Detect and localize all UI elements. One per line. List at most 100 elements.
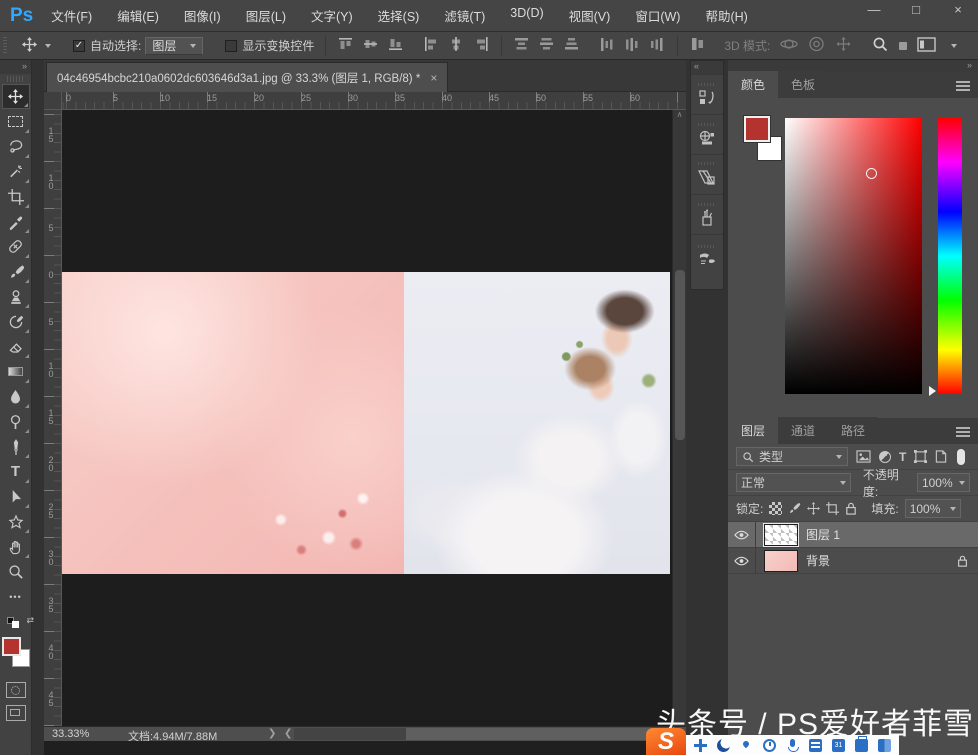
comma-icon[interactable] <box>740 739 753 752</box>
toolbox-icon[interactable] <box>855 739 868 752</box>
tab-layers[interactable]: 图层 <box>728 417 778 444</box>
menu-item[interactable]: 文件(F) <box>51 6 92 25</box>
eraser-tool[interactable] <box>2 334 30 359</box>
history-brush-tool[interactable] <box>2 309 30 334</box>
tab-paths[interactable]: 路径 <box>828 417 878 444</box>
ruler-origin-corner[interactable] <box>44 92 62 110</box>
filter-shape-layers-icon[interactable] <box>914 450 927 463</box>
blend-mode-dropdown[interactable]: 正常 <box>736 473 851 492</box>
3d-pan-icon[interactable] <box>835 36 852 55</box>
close-button[interactable]: × <box>944 2 972 17</box>
color-picker-marker[interactable] <box>866 168 877 179</box>
opacity-dropdown[interactable]: 100% <box>917 473 970 492</box>
menu-item[interactable]: 文字(Y) <box>311 6 353 25</box>
custom-shape-tool[interactable] <box>2 509 30 534</box>
foreground-color-swatch[interactable] <box>2 637 21 656</box>
spot-healing-brush-tool[interactable] <box>2 234 30 259</box>
screen-mode-button[interactable] <box>6 705 26 721</box>
workspace-switcher-icon[interactable] <box>917 37 936 55</box>
align-horizontal-centers-button[interactable] <box>449 37 464 54</box>
filter-smart-objects-icon[interactable] <box>935 450 947 463</box>
quick-selection-tool[interactable] <box>2 159 30 184</box>
clone-source-panel-button[interactable] <box>691 234 723 274</box>
lasso-tool[interactable] <box>2 134 30 159</box>
filter-adjustment-layers-icon[interactable] <box>879 451 891 463</box>
filter-toggle-switch[interactable] <box>957 449 965 465</box>
layer-visibility-toggle[interactable] <box>728 548 756 574</box>
auto-select-dropdown[interactable]: 图层 <box>145 37 203 55</box>
strip-expand-button[interactable]: « <box>691 61 723 74</box>
distribute-left-edges-button[interactable] <box>600 37 615 54</box>
search-icon[interactable] <box>872 36 889 55</box>
3d-orbit-icon[interactable] <box>780 36 798 55</box>
saturation-brightness-field[interactable] <box>785 118 922 394</box>
menu-item[interactable]: 3D(D) <box>510 6 543 25</box>
clone-stamp-tool[interactable] <box>2 284 30 309</box>
path-selection-tool[interactable] <box>2 484 30 509</box>
eyedropper-tool[interactable] <box>2 209 30 234</box>
distribute-right-edges-button[interactable] <box>650 37 665 54</box>
tool-preset-chevron-icon[interactable] <box>45 44 51 48</box>
lock-position-icon[interactable] <box>807 502 820 515</box>
align-bottom-edges-button[interactable] <box>388 37 403 54</box>
move-tool[interactable] <box>2 84 30 109</box>
zoom-level[interactable]: 33.33% <box>52 728 89 740</box>
layer-thumbnail[interactable] <box>764 550 798 572</box>
align-vertical-centers-button[interactable] <box>363 37 378 54</box>
filter-pixel-layers-icon[interactable] <box>856 450 871 463</box>
info-panel-button[interactable] <box>691 154 723 194</box>
toolbar-collapse-button[interactable]: » <box>0 60 31 74</box>
3d-roll-icon[interactable] <box>808 36 825 55</box>
lock-transparent-pixels-icon[interactable] <box>769 502 782 515</box>
document-tab[interactable]: 04c46954bcbc210a0602dc603646d3a1.jpg @ 3… <box>46 62 448 92</box>
tab-color[interactable]: 颜色 <box>728 71 778 98</box>
menu-item[interactable]: 帮助(H) <box>705 6 747 25</box>
hue-slider[interactable] <box>938 118 962 394</box>
show-transform-checkbox[interactable] <box>225 40 237 52</box>
swap-colors-icon[interactable]: ⇄ <box>27 615 35 626</box>
tab-swatches[interactable]: 色板 <box>778 71 828 98</box>
maximize-button[interactable]: □ <box>902 2 930 17</box>
scroll-left-icon[interactable]: ❮ <box>284 728 292 739</box>
horizontal-scrollbar[interactable] <box>294 728 682 740</box>
quick-mask-button[interactable] <box>6 682 26 698</box>
menu-item[interactable]: 滤镜(T) <box>444 6 485 25</box>
properties-panel-button[interactable] <box>691 114 723 154</box>
distribute-top-edges-button[interactable] <box>514 37 529 54</box>
layer-thumbnail[interactable] <box>764 524 798 546</box>
vertical-ruler[interactable]: 15105051015202530354045 <box>44 110 62 726</box>
distribute-bottom-edges-button[interactable] <box>564 37 579 54</box>
document-image[interactable] <box>62 272 670 574</box>
sogou-logo[interactable]: S <box>646 728 686 755</box>
layer-name[interactable]: 背景 <box>806 552 830 569</box>
lock-image-pixels-icon[interactable] <box>788 502 801 515</box>
align-top-edges-button[interactable] <box>338 37 353 54</box>
menu-item[interactable]: 视图(V) <box>569 6 611 25</box>
vertical-scrollbar-thumb[interactable] <box>675 270 685 440</box>
hue-slider-pointer[interactable] <box>929 386 936 396</box>
minimize-button[interactable]: — <box>860 2 888 17</box>
brush-tool[interactable] <box>2 259 30 284</box>
status-expand-icon[interactable]: ❯ <box>268 728 276 739</box>
panel-menu-icon[interactable] <box>956 81 970 83</box>
menu-item[interactable]: 选择(S) <box>378 6 420 25</box>
menu-item[interactable]: 窗口(W) <box>635 6 680 25</box>
foreground-color-swatch[interactable] <box>744 116 770 142</box>
pen-tool[interactable] <box>2 434 30 459</box>
gradient-tool[interactable] <box>2 359 30 384</box>
crop-tool[interactable] <box>2 184 30 209</box>
lock-all-icon[interactable] <box>845 502 857 515</box>
default-colors-icon[interactable]: ⇄ <box>7 617 25 629</box>
auto-select-checkbox[interactable]: ✓ <box>73 40 85 52</box>
brush-settings-panel-button[interactable] <box>691 194 723 234</box>
moon-icon[interactable] <box>717 739 730 752</box>
lock-artboard-icon[interactable] <box>826 502 839 515</box>
type-tool[interactable]: T <box>2 459 30 484</box>
edit-toolbar-button[interactable]: ••• <box>2 584 30 609</box>
rectangular-marquee-tool[interactable] <box>2 109 30 134</box>
distribute-vertical-centers-button[interactable] <box>539 37 554 54</box>
grid-icon[interactable] <box>878 739 891 752</box>
scroll-up-icon[interactable]: ∧ <box>673 110 686 119</box>
workspace-chevron-icon[interactable] <box>951 44 957 48</box>
toolbar-gripper[interactable] <box>7 76 24 82</box>
